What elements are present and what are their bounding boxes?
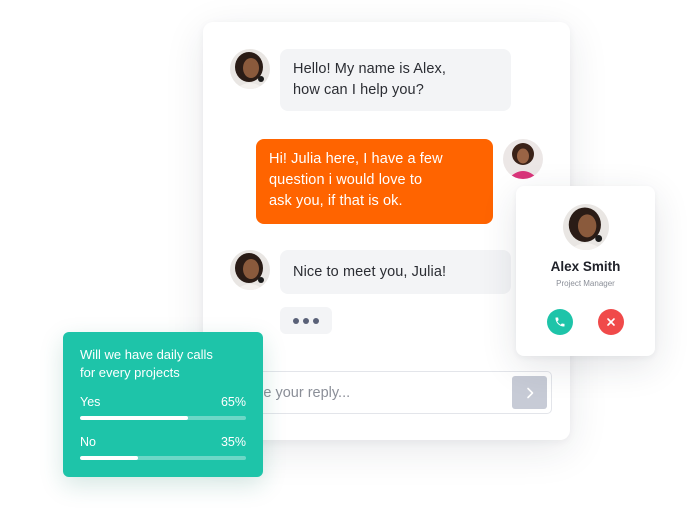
contact-card: Alex Smith Project Manager (516, 186, 655, 356)
poll-card: Will we have daily calls for every proje… (63, 332, 263, 477)
poll-progress-track (80, 456, 246, 460)
typing-dot (313, 317, 319, 324)
poll-progress-fill (80, 456, 139, 460)
agent-avatar (230, 49, 270, 89)
message-text: question i would love to (269, 172, 423, 188)
message-text: Hi! Julia here, I have a few (269, 151, 443, 167)
poll-option-percent: 35% (220, 435, 246, 449)
poll-progress-track (80, 416, 246, 420)
poll-question: Will we have daily calls for every proje… (80, 346, 250, 382)
chevron-right-icon (526, 387, 533, 398)
reply-box (227, 371, 552, 414)
close-icon (607, 318, 615, 326)
reply-input[interactable] (228, 372, 508, 413)
poll-progress-fill (80, 416, 188, 420)
poll-option-label: Yes (80, 395, 101, 409)
poll-option-yes[interactable]: Yes 65% (80, 395, 246, 420)
typing-dot (293, 317, 299, 324)
message-text: how can I help you? (293, 82, 424, 98)
contact-role: Project Manager (556, 279, 615, 288)
message-text: Hello! My name is Alex, (293, 61, 446, 77)
message-bubble-user: Hi! Julia here, I have a few question i … (256, 139, 493, 224)
typing-indicator (280, 307, 332, 334)
typing-dot (303, 317, 309, 324)
poll-option-percent: 65% (220, 395, 246, 409)
poll-option-label: No (80, 435, 96, 449)
message-bubble-agent: Nice to meet you, Julia! (280, 250, 511, 294)
decline-call-button[interactable] (598, 309, 624, 335)
poll-option-no[interactable]: No 35% (80, 435, 246, 460)
contact-name: Alex Smith (550, 259, 621, 274)
poll-question-line: for every projects (80, 365, 180, 380)
phone-icon (555, 317, 565, 327)
contact-avatar (563, 204, 609, 250)
send-button[interactable] (512, 376, 547, 409)
message-bubble-agent: Hello! My name is Alex, how can I help y… (280, 49, 511, 111)
accept-call-button[interactable] (547, 309, 573, 335)
agent-avatar (230, 250, 270, 290)
user-avatar (503, 139, 543, 179)
poll-question-line: Will we have daily calls (80, 347, 213, 362)
message-text: ask you, if that is ok. (269, 193, 403, 209)
message-text: Nice to meet you, Julia! (293, 264, 447, 280)
